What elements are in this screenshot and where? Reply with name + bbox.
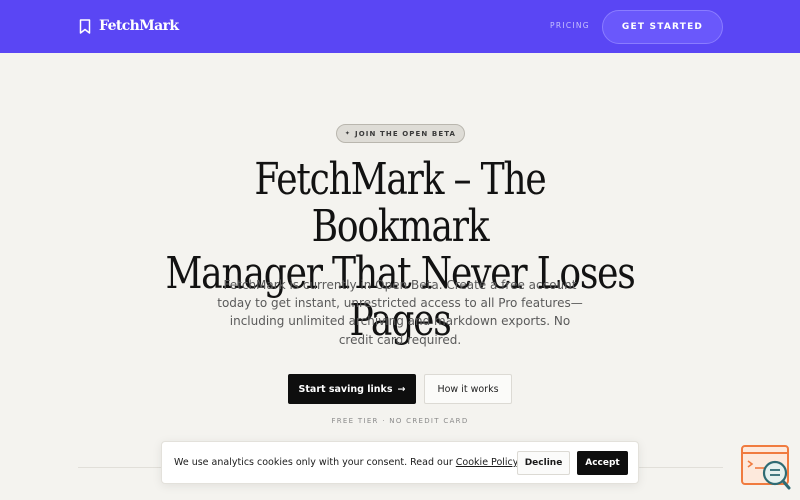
- arrow-right-icon: →: [397, 383, 406, 395]
- hero-description: FetchMark is currently in Open Beta. Cre…: [217, 278, 583, 347]
- cookie-message: We use analytics cookies only with your …: [174, 457, 520, 468]
- brand-name: FetchMark: [99, 18, 179, 34]
- cookie-policy-link[interactable]: Cookie Policy: [456, 457, 517, 468]
- cookie-consent-banner: We use analytics cookies only with your …: [161, 441, 639, 484]
- get-started-button[interactable]: GET STARTED: [602, 10, 723, 44]
- sparkle-icon: ✦: [344, 130, 352, 137]
- brand-logo[interactable]: FetchMark: [79, 15, 179, 37]
- nav-link-pricing[interactable]: PRICING: [550, 21, 590, 30]
- open-beta-badge[interactable]: ✦ JOIN THE OPEN BETA: [336, 124, 465, 143]
- bookmark-icon: [79, 18, 91, 34]
- start-saving-links-label: Start saving links: [298, 383, 393, 395]
- hero-title-line1: FetchMark – The Bookmark: [254, 154, 546, 252]
- badge-label: JOIN THE OPEN BETA: [355, 129, 457, 138]
- start-saving-links-button[interactable]: Start saving links →: [288, 374, 416, 404]
- how-it-works-button[interactable]: How it works: [424, 374, 512, 404]
- free-tier-note: FREE TIER · NO CREDIT CARD: [331, 417, 469, 425]
- chat-search-icon: [741, 445, 791, 490]
- cookie-text: We use analytics cookies only with your …: [174, 457, 453, 468]
- feedback-widget[interactable]: [739, 444, 794, 492]
- accept-button[interactable]: Accept: [577, 451, 628, 475]
- top-navbar: FetchMark PRICING GET STARTED: [0, 0, 800, 53]
- decline-button[interactable]: Decline: [517, 451, 570, 475]
